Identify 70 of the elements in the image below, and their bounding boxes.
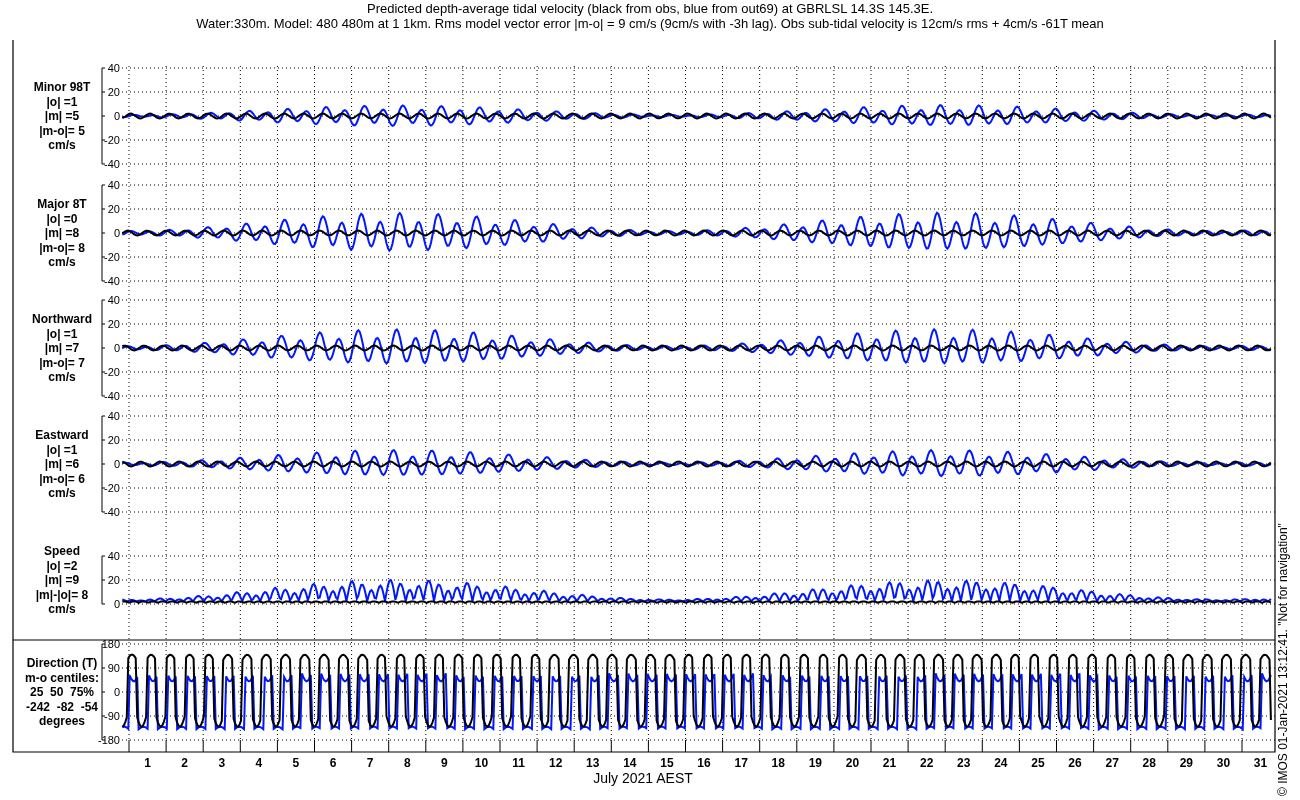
y-tick-label: 180 <box>101 638 120 650</box>
panel-label: Major 8T |o| =0 |m| =8 |m-o|= 8 cm/s <box>37 197 87 269</box>
y-tick-label: -20 <box>104 251 120 263</box>
y-tick-label: 40 <box>107 179 120 191</box>
x-tick-label: 16 <box>697 756 711 770</box>
y-tick-label: -180 <box>97 734 120 746</box>
y-tick-label: 90 <box>107 662 120 674</box>
panel-label: Eastward |o| =1 |m| =6 |m-o|= 6 cm/s <box>35 428 89 500</box>
y-tick-label: 0 <box>113 686 120 698</box>
y-tick-label: -40 <box>104 158 120 170</box>
x-tick-label: 3 <box>218 756 226 770</box>
x-tick-label: 27 <box>1105 756 1119 770</box>
y-tick-label: -20 <box>104 482 120 494</box>
x-tick-label: 15 <box>660 756 674 770</box>
y-tick-label: 40 <box>107 294 120 306</box>
y-tick-label: -40 <box>104 506 120 518</box>
panel-label: Northward |o| =1 |m| =7 |m-o|= 7 cm/s <box>32 312 92 384</box>
x-tick-label: 18 <box>771 756 785 770</box>
x-tick-label: 25 <box>1031 756 1045 770</box>
y-tick-label: 0 <box>113 598 120 610</box>
x-tick-label: 2 <box>181 756 188 770</box>
panel-label: Speed |o| =2 |m| =9 |m|-|o|= 8 cm/s <box>35 544 89 616</box>
x-tick-label: 10 <box>474 756 489 770</box>
y-tick-label: 20 <box>107 318 120 330</box>
copyright-note: © IMOS 01-Jan-2021 13:12:41. "Not for navigation" <box>1276 523 1290 796</box>
x-axis-label: July 2021 AEST <box>593 770 693 786</box>
x-tick-label: 24 <box>994 756 1008 770</box>
y-tick-label: 0 <box>113 458 120 470</box>
x-tick-label: 19 <box>808 756 823 770</box>
x-tick-label: 26 <box>1068 756 1082 770</box>
y-axis <box>101 555 106 605</box>
panel-label: Minor 98T |o| =1 |m| =5 |m-o|= 5 cm/s <box>33 80 91 152</box>
y-tick-label: -40 <box>104 390 120 402</box>
chart-title: Water:330m. Model: 480 480m at 1 1km. Rms model vector error |m-o| = 9 cm/s (9cm/s with -3h lag). Obs sub-tidal velocity is 12cm/s rms + 4cm/s -61T mean <box>196 16 1104 31</box>
y-tick-label: 40 <box>107 62 120 74</box>
x-tick-label: 11 <box>512 756 525 770</box>
y-tick-label: 40 <box>107 410 120 422</box>
x-tick-label: 20 <box>845 756 860 770</box>
y-tick-label: -90 <box>104 710 120 722</box>
y-tick-label: 0 <box>113 227 120 239</box>
y-tick-label: 0 <box>113 342 120 354</box>
x-tick-label: 29 <box>1179 756 1194 770</box>
x-tick-label: 7 <box>366 756 374 770</box>
y-tick-label: 20 <box>107 434 120 446</box>
x-tick-label: 5 <box>292 756 300 770</box>
x-tick-label: 17 <box>734 756 748 770</box>
x-tick-label: 30 <box>1216 756 1231 770</box>
y-tick-label: 0 <box>113 110 120 122</box>
y-tick-label: 40 <box>107 550 120 562</box>
x-tick-label: 6 <box>329 756 337 770</box>
x-tick-label: 23 <box>957 756 971 770</box>
x-tick-label: 31 <box>1253 756 1268 770</box>
y-tick-label: 20 <box>107 86 120 98</box>
y-tick-label: -40 <box>104 275 120 287</box>
y-tick-label: -20 <box>104 366 120 378</box>
x-tick-label: 21 <box>882 756 897 770</box>
y-tick-label: -20 <box>104 134 120 146</box>
y-tick-label: 20 <box>107 574 120 586</box>
x-tick-label: 13 <box>586 756 600 770</box>
x-tick-label: 9 <box>441 756 448 770</box>
x-tick-label: 8 <box>403 756 411 770</box>
x-tick-label: 4 <box>255 756 263 770</box>
x-tick-label: 14 <box>623 756 637 770</box>
x-tick-label: 12 <box>548 756 563 770</box>
y-tick-label: 20 <box>107 203 120 215</box>
chart-title: Predicted depth-average tidal velocity (black from obs, blue from out69) at GBRLSL 14.3S 145.3E. <box>367 1 933 16</box>
x-tick-label: 22 <box>919 756 934 770</box>
x-tick-label: 1 <box>144 756 151 770</box>
panel-label: Direction (T) m-o centiles: 25 50 75% -242 -82 -54 degrees <box>25 656 99 728</box>
x-tick-label: 28 <box>1142 756 1156 770</box>
